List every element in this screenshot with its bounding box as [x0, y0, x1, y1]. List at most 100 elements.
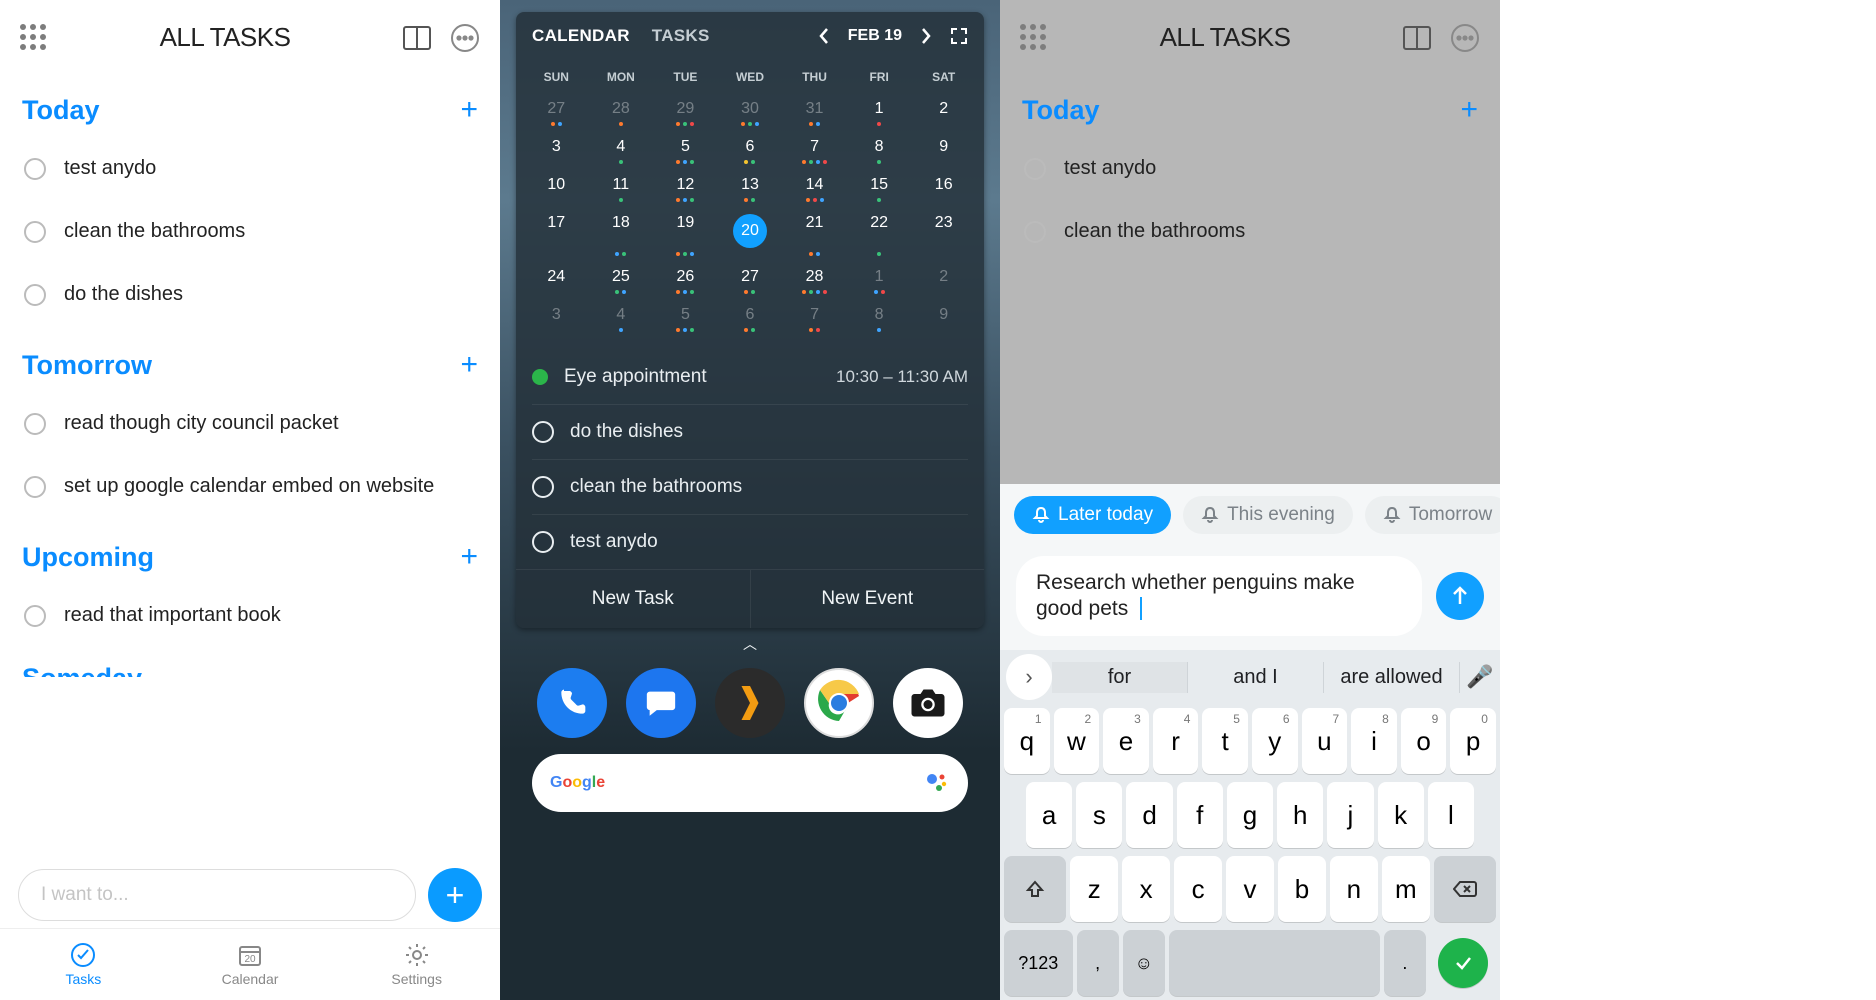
calendar-day[interactable]: 5: [653, 128, 718, 166]
schedule-chip[interactable]: Tomorrow: [1365, 496, 1500, 534]
calendar-day[interactable]: 8: [847, 128, 912, 166]
calendar-day[interactable]: 1: [847, 90, 912, 128]
next-month-icon[interactable]: [920, 27, 932, 45]
calendar-day[interactable]: 4: [589, 128, 654, 166]
quick-input[interactable]: I want to...: [18, 869, 416, 921]
key-emoji[interactable]: ☺: [1123, 930, 1165, 996]
key-t[interactable]: t5: [1202, 708, 1248, 774]
task-checkbox[interactable]: [24, 221, 46, 243]
key-u[interactable]: u7: [1302, 708, 1348, 774]
calendar-day[interactable]: 2: [911, 90, 976, 128]
key-f[interactable]: f: [1177, 782, 1223, 848]
task-checkbox[interactable]: [24, 413, 46, 435]
new-task-button[interactable]: New Task: [516, 570, 751, 628]
columns-icon[interactable]: [1402, 23, 1432, 53]
menu-grip-icon[interactable]: [20, 24, 48, 52]
calendar-day[interactable]: 1: [847, 258, 912, 296]
task-row[interactable]: test anydo: [22, 137, 478, 200]
task-row[interactable]: read that important book: [22, 584, 478, 647]
suggestion-3[interactable]: are allowed: [1324, 662, 1460, 693]
calendar-day[interactable]: 25: [589, 258, 654, 296]
calendar-day[interactable]: 4: [589, 296, 654, 334]
google-search-bar[interactable]: Google: [532, 754, 968, 812]
calendar-day[interactable]: 17: [524, 204, 589, 258]
task-checkbox[interactable]: [1024, 221, 1046, 243]
add-to-section-icon[interactable]: +: [460, 540, 478, 574]
key-w[interactable]: w2: [1054, 708, 1100, 774]
nav-calendar[interactable]: 20 Calendar: [167, 929, 334, 1000]
suggestion-1[interactable]: for: [1052, 662, 1188, 693]
suggestion-expand-icon[interactable]: ›: [1006, 654, 1052, 700]
calendar-day[interactable]: 6: [718, 128, 783, 166]
messages-app-icon[interactable]: [626, 668, 696, 738]
calendar-day[interactable]: 8: [847, 296, 912, 334]
calendar-day[interactable]: 20: [718, 204, 783, 258]
task-row[interactable]: clean the bathrooms: [1022, 200, 1478, 263]
key-period[interactable]: .: [1384, 930, 1426, 996]
key-o[interactable]: o9: [1401, 708, 1447, 774]
task-checkbox[interactable]: [24, 605, 46, 627]
key-j[interactable]: j: [1327, 782, 1373, 848]
add-to-section-icon[interactable]: +: [460, 93, 478, 127]
more-icon[interactable]: [450, 23, 480, 53]
calendar-day[interactable]: 2: [911, 258, 976, 296]
event-row[interactable]: Eye appointment10:30 – 11:30 AM: [532, 350, 968, 404]
task-row[interactable]: set up google calendar embed on website: [22, 455, 478, 518]
task-checkbox[interactable]: [532, 531, 554, 553]
key-z[interactable]: z: [1070, 856, 1118, 922]
new-event-button[interactable]: New Event: [751, 570, 985, 628]
key-enter[interactable]: [1438, 938, 1488, 988]
assistant-icon[interactable]: [924, 770, 950, 796]
task-checkbox[interactable]: [532, 476, 554, 498]
key-shift[interactable]: [1004, 856, 1066, 922]
plex-app-icon[interactable]: [715, 668, 785, 738]
key-p[interactable]: p0: [1450, 708, 1496, 774]
key-comma[interactable]: ,: [1077, 930, 1119, 996]
calendar-day[interactable]: 13: [718, 166, 783, 204]
widget-task-row[interactable]: test anydo: [532, 514, 968, 569]
calendar-day[interactable]: 21: [782, 204, 847, 258]
calendar-day[interactable]: 14: [782, 166, 847, 204]
widget-tab-calendar[interactable]: CALENDAR: [532, 26, 630, 46]
task-checkbox[interactable]: [1024, 158, 1046, 180]
key-symbols[interactable]: ?123: [1004, 930, 1073, 996]
key-h[interactable]: h: [1277, 782, 1323, 848]
calendar-day[interactable]: 6: [718, 296, 783, 334]
calendar-day[interactable]: 3: [524, 296, 589, 334]
task-checkbox[interactable]: [24, 284, 46, 306]
app-drawer-handle[interactable]: ︿: [516, 628, 984, 664]
task-row[interactable]: do the dishes: [22, 263, 478, 326]
schedule-chip[interactable]: This evening: [1183, 496, 1353, 534]
calendar-day[interactable]: 9: [911, 128, 976, 166]
key-n[interactable]: n: [1330, 856, 1378, 922]
calendar-day[interactable]: 9: [911, 296, 976, 334]
camera-app-icon[interactable]: [893, 668, 963, 738]
calendar-day[interactable]: 27: [718, 258, 783, 296]
key-e[interactable]: e3: [1103, 708, 1149, 774]
calendar-day[interactable]: 7: [782, 128, 847, 166]
task-checkbox[interactable]: [24, 158, 46, 180]
calendar-day[interactable]: 31: [782, 90, 847, 128]
nav-settings[interactable]: Settings: [333, 929, 500, 1000]
expand-icon[interactable]: [950, 27, 968, 45]
calendar-day[interactable]: 23: [911, 204, 976, 258]
mic-icon[interactable]: 🎤: [1460, 664, 1500, 690]
calendar-day[interactable]: 7: [782, 296, 847, 334]
add-to-section-icon[interactable]: +: [460, 348, 478, 382]
calendar-day[interactable]: 28: [589, 90, 654, 128]
task-checkbox[interactable]: [24, 476, 46, 498]
key-d[interactable]: d: [1126, 782, 1172, 848]
key-k[interactable]: k: [1378, 782, 1424, 848]
submit-task-button[interactable]: [1436, 572, 1484, 620]
task-row[interactable]: test anydo: [1022, 137, 1478, 200]
key-space[interactable]: [1169, 930, 1380, 996]
key-i[interactable]: i8: [1351, 708, 1397, 774]
nav-tasks[interactable]: Tasks: [0, 929, 167, 1000]
calendar-day[interactable]: 22: [847, 204, 912, 258]
calendar-day[interactable]: 5: [653, 296, 718, 334]
task-row[interactable]: clean the bathrooms: [22, 200, 478, 263]
calendar-day[interactable]: 30: [718, 90, 783, 128]
calendar-day[interactable]: 11: [589, 166, 654, 204]
calendar-day[interactable]: 28: [782, 258, 847, 296]
calendar-day[interactable]: 27: [524, 90, 589, 128]
